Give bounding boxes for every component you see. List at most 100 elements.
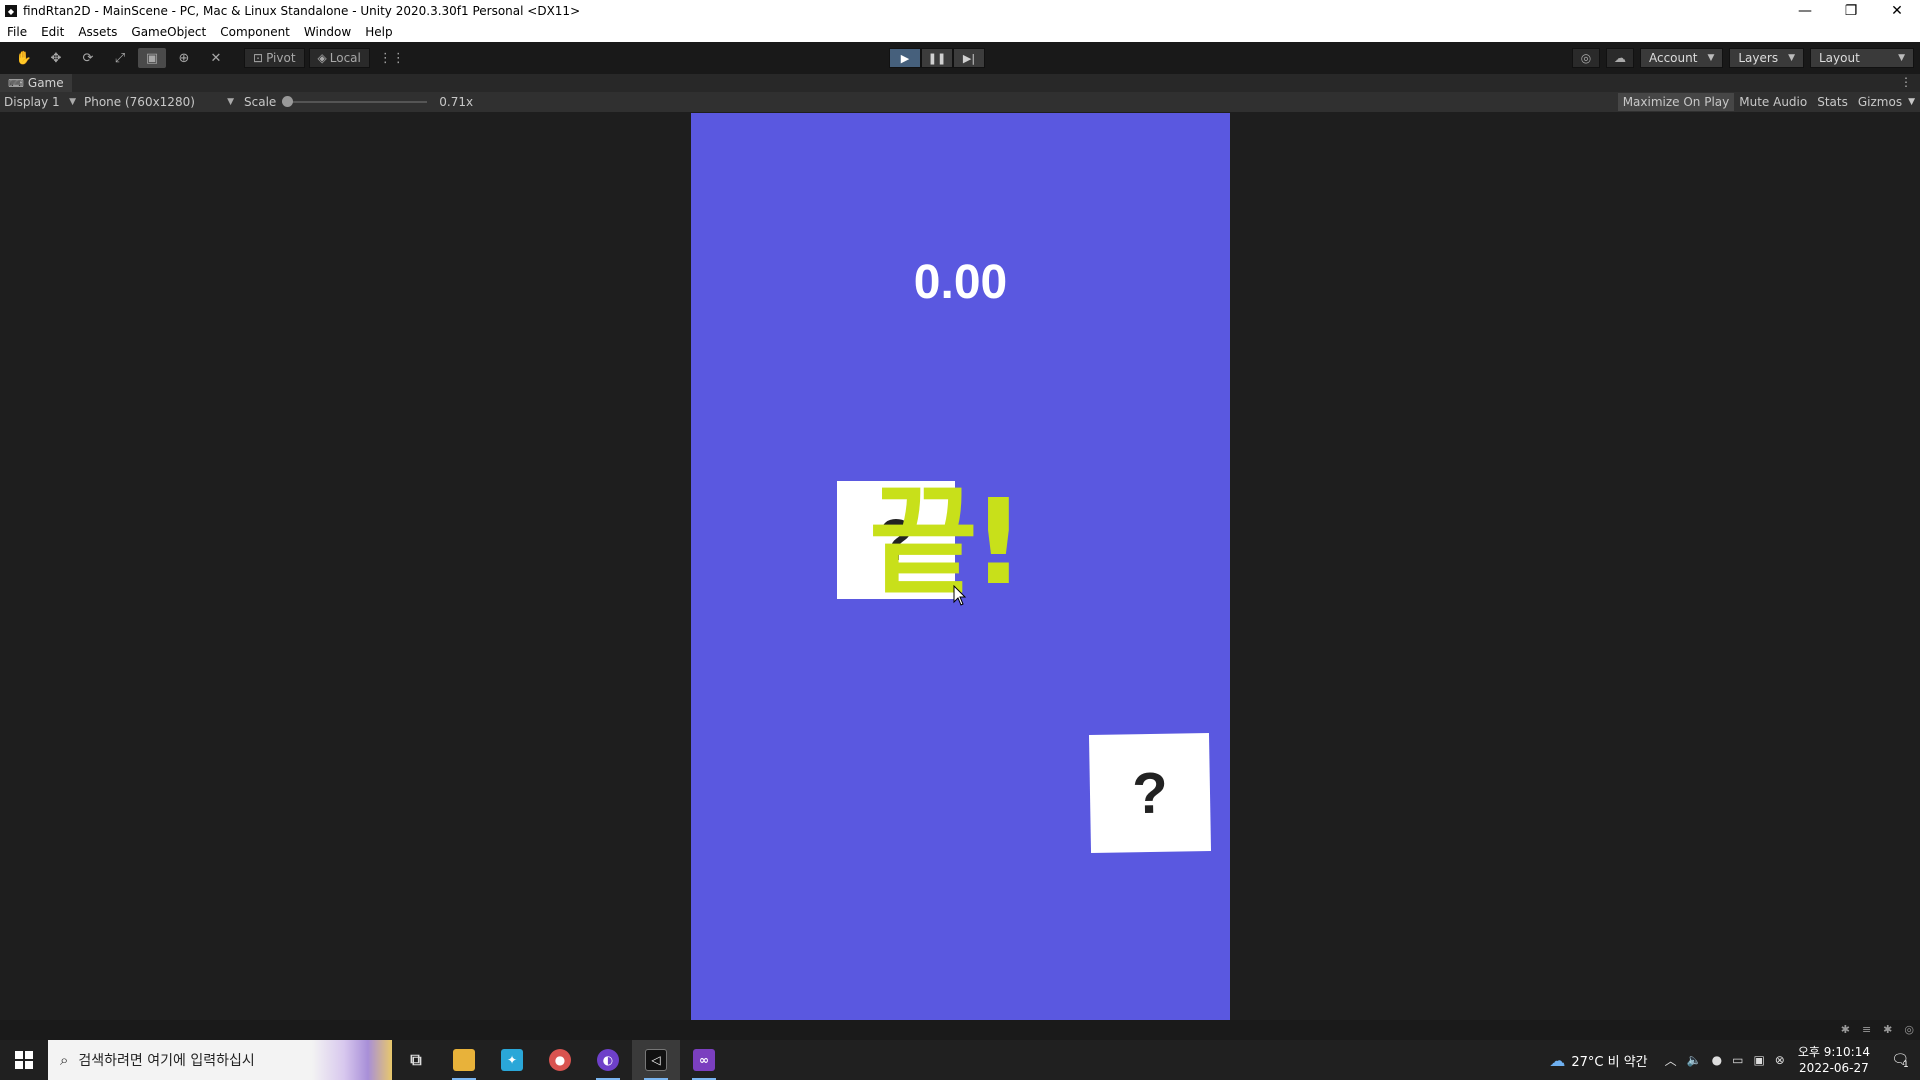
scale-label: Scale — [244, 95, 277, 109]
tab-bar: ⌨ Game ⋮ — [0, 74, 1920, 92]
rotate-tool-icon[interactable]: ⟳ — [74, 48, 102, 68]
chevron-down-icon: ▼ — [227, 97, 234, 107]
restore-button[interactable]: ❐ — [1828, 0, 1874, 22]
weather-text: 27°C 비 약간 — [1571, 1054, 1648, 1070]
battery-icon[interactable]: ▭ — [1732, 1053, 1743, 1067]
taskbar-file-explorer[interactable] — [440, 1040, 488, 1080]
play-button[interactable]: ▶ — [889, 48, 921, 68]
search-placeholder: 검색하려면 여기에 입력하십시 — [78, 1053, 255, 1069]
layers-label: Layers — [1738, 51, 1779, 65]
display-dropdown[interactable]: Display 1 ▼ — [0, 95, 80, 109]
local-label: Local — [329, 51, 361, 65]
network-icon[interactable]: ▣ — [1753, 1053, 1764, 1067]
taskbar-app-palette[interactable]: ● — [536, 1040, 584, 1080]
menu-gameobject[interactable]: GameObject — [124, 25, 213, 39]
local-icon: ◈ — [317, 51, 327, 65]
search-highlight-image — [312, 1040, 392, 1080]
mouse-cursor-icon — [953, 585, 967, 606]
step-button[interactable]: ▶| — [953, 48, 985, 68]
gamepad-icon: ⌨ — [8, 76, 24, 90]
folder-icon — [453, 1049, 475, 1071]
mute-audio-toggle[interactable]: Mute Audio — [1734, 93, 1812, 111]
transform-tool-icon[interactable]: ⊕ — [170, 48, 198, 68]
taskbar-unity[interactable]: ◁ — [632, 1040, 680, 1080]
layout-dropdown[interactable]: Layout ▼ — [1810, 48, 1914, 68]
window-title-bar: ◆ findRtan2D - MainScene - PC, Mac & Lin… — [0, 0, 1920, 22]
move-tool-icon[interactable]: ✥ — [42, 48, 70, 68]
collab-icon[interactable]: ◎ — [1571, 48, 1600, 68]
rect-tool-icon[interactable]: ▣ — [138, 48, 166, 68]
gizmos-label: Gizmos — [1857, 95, 1903, 109]
account-label: Account — [1648, 51, 1698, 65]
task-view-button[interactable]: ⧉ — [392, 1040, 440, 1080]
account-dropdown[interactable]: Account ▼ — [1639, 48, 1724, 68]
resolution-dropdown[interactable]: Phone (760x1280) ▼ — [80, 95, 238, 109]
tab-menu-icon[interactable]: ⋮ — [1900, 75, 1912, 89]
main-toolbar: ✋ ✥ ⟳ ⤢ ▣ ⊕ ✕ ⊡ Pivot ◈ Local ⋮⋮ ▶ ❚❚ ▶|… — [0, 42, 1920, 74]
status-check-icon[interactable]: ◎ — [1904, 1023, 1914, 1036]
layers-dropdown[interactable]: Layers ▼ — [1729, 48, 1804, 68]
card[interactable]: ? — [1088, 732, 1212, 854]
tab-game[interactable]: ⌨ Game — [0, 74, 72, 92]
scale-slider[interactable] — [282, 96, 428, 107]
weather-widget[interactable]: ☁ 27°C 비 약간 — [1549, 1051, 1647, 1070]
resolution-label: Phone (760x1280) — [84, 95, 195, 109]
game-timer: 0.00 — [913, 256, 1008, 309]
bug-icon[interactable]: ✱ — [1841, 1023, 1850, 1036]
unity-logo-icon: ◆ — [5, 5, 17, 17]
layout-label: Layout — [1819, 51, 1860, 65]
taskbar-search-box[interactable]: ⌕ 검색하려면 여기에 입력하십시 — [48, 1040, 392, 1080]
stack-icon[interactable]: ≡ — [1862, 1023, 1871, 1036]
pivot-toggle[interactable]: ⊡ Pivot — [244, 48, 305, 68]
pause-button[interactable]: ❚❚ — [921, 48, 953, 68]
grid-snap-icon[interactable]: ⋮⋮ — [378, 48, 406, 68]
menu-edit[interactable]: Edit — [34, 25, 71, 39]
taskbar-app-bird[interactable]: ✦ — [488, 1040, 536, 1080]
menu-help[interactable]: Help — [358, 25, 399, 39]
notification-count: 1 — [1903, 1060, 1909, 1070]
scale-tool-icon[interactable]: ⤢ — [106, 48, 134, 68]
stats-toggle[interactable]: Stats — [1812, 93, 1853, 111]
ime-icon[interactable]: ⊗ — [1775, 1053, 1785, 1067]
maximize-on-play-toggle[interactable]: Maximize On Play — [1617, 93, 1735, 111]
system-clock[interactable]: 오후 9:10:14 2022-06-27 — [1798, 1044, 1870, 1076]
cloud-icon[interactable]: ☁ — [1605, 48, 1634, 68]
speaker-icon[interactable]: 🔈 — [1687, 1053, 1702, 1067]
local-toggle[interactable]: ◈ Local — [308, 48, 370, 68]
visual-studio-icon: ∞ — [693, 1049, 715, 1071]
card-label: ? — [1131, 760, 1169, 826]
palette-app-icon: ● — [549, 1049, 571, 1071]
system-tray: ☁ 27°C 비 약간 ︿ 🔈 ● ▭ ▣ ⊗ 오후 9:10:14 2022-… — [1549, 1040, 1920, 1080]
taskbar-visual-studio[interactable]: ∞ — [680, 1040, 728, 1080]
windows-start-button[interactable] — [0, 1040, 48, 1080]
menu-assets[interactable]: Assets — [71, 25, 124, 39]
close-button[interactable]: ✕ — [1874, 0, 1920, 22]
task-view-icon: ⧉ — [410, 1050, 422, 1069]
taskbar-github-desktop[interactable]: ◐ — [584, 1040, 632, 1080]
cloud-rain-icon: ☁ — [1549, 1050, 1566, 1070]
menu-window[interactable]: Window — [297, 25, 358, 39]
gizmos-toggle[interactable]: Gizmos ▼ — [1853, 93, 1920, 111]
display-label: Display 1 — [4, 95, 60, 109]
play-controls: ▶ ❚❚ ▶| — [889, 48, 985, 68]
window-title: findRtan2D - MainScene - PC, Mac & Linux… — [23, 4, 581, 18]
scale-slider-knob[interactable] — [282, 96, 294, 107]
hand-tool-icon[interactable]: ✋ — [10, 48, 38, 68]
end-message: 끝! — [869, 473, 1025, 611]
menu-component[interactable]: Component — [213, 25, 297, 39]
notification-center-button[interactable]: 🗨 1 — [1880, 1050, 1920, 1070]
chevron-up-icon[interactable]: ︿ — [1665, 1052, 1677, 1069]
minimize-button[interactable]: — — [1782, 0, 1828, 22]
menu-file[interactable]: File — [0, 25, 34, 39]
windows-taskbar: ⌕ 검색하려면 여기에 입력하십시 ⧉ ✦ ● ◐ ◁ ∞ ☁ 27°C 비 약… — [0, 1040, 1920, 1080]
pivot-label: Pivot — [266, 51, 296, 65]
microphone-icon[interactable]: ● — [1712, 1053, 1722, 1067]
game-viewport[interactable]: 0.00 ? ? 끝! — [0, 112, 1920, 1020]
game-screen[interactable]: 0.00 ? ? 끝! — [691, 113, 1230, 1020]
clock-date: 2022-06-27 — [1799, 1061, 1869, 1075]
custom-tool-icon[interactable]: ✕ — [202, 48, 230, 68]
clock-time: 오후 9:10:14 — [1797, 1045, 1870, 1059]
bird-app-icon: ✦ — [501, 1049, 523, 1071]
debug-icon[interactable]: ✱ — [1883, 1023, 1892, 1036]
pivot-icon: ⊡ — [253, 51, 264, 65]
